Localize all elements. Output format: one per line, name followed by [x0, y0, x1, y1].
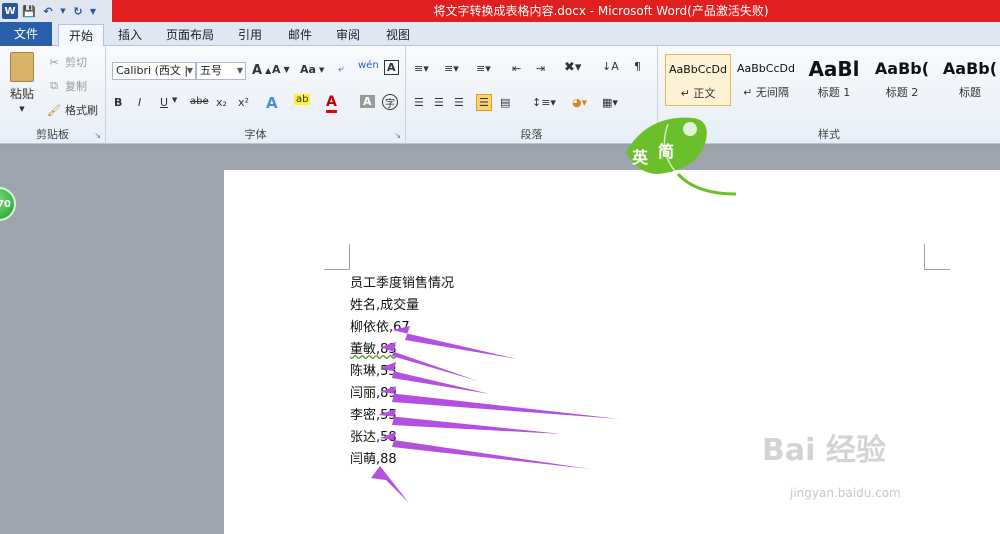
ribbon: 粘贴 ▼ ✂ 剪切 ⧉ 复制 🖌 格式刷 剪贴板 ↘ Calibri (西文 |…	[0, 46, 1000, 144]
show-marks-icon[interactable]: ¶	[634, 60, 641, 73]
clipboard-group: 粘贴 ▼ ✂ 剪切 ⧉ 复制 🖌 格式刷 剪贴板 ↘	[0, 46, 106, 144]
save-icon[interactable]: 💾	[21, 3, 37, 19]
increase-indent-icon[interactable]: ⇥	[536, 62, 545, 75]
progress-badge: 70	[0, 187, 16, 221]
shading-icon[interactable]: ◕▾	[572, 96, 587, 109]
multilevel-list-icon[interactable]: ≡▾	[476, 62, 491, 75]
grow-font-button[interactable]: A ▲	[252, 63, 271, 78]
italic-button[interactable]: I	[138, 96, 141, 109]
char-shading-icon[interactable]: A	[360, 95, 375, 108]
doc-line[interactable]: 柳依依,67	[350, 316, 410, 335]
ime-label-english: 英	[632, 148, 649, 167]
decrease-indent-icon[interactable]: ⇤	[512, 62, 521, 75]
style-heading-2[interactable]: AaBb( 标题 2	[869, 54, 935, 106]
bold-button[interactable]: B	[114, 96, 122, 109]
font-group: Calibri (西文 | ▼ 五号 ▼ A ▲ A ▼ Aa ▼ ⤶ wén A B I…	[106, 46, 406, 144]
tab-home[interactable]: 开始	[58, 24, 104, 47]
align-center-icon[interactable]: ☰	[434, 96, 444, 109]
font-group-label: 字体	[244, 128, 267, 141]
sort-icon[interactable]: ↓A	[602, 60, 619, 73]
doc-line[interactable]: 闫萌,88	[350, 448, 397, 467]
ime-label-simplified: 简	[658, 142, 675, 161]
paste-icon	[10, 52, 34, 82]
tab-references[interactable]: 引用	[230, 24, 270, 46]
chevron-down-icon: ▼	[236, 66, 243, 75]
chinese-layout-icon[interactable]: ✖▾	[564, 60, 581, 75]
distributed-icon[interactable]: ▤	[500, 96, 510, 109]
enclose-char-icon[interactable]: 字	[382, 94, 398, 110]
underline-button[interactable]: U	[160, 96, 168, 109]
justify-icon[interactable]: ☰	[476, 94, 492, 111]
tab-view[interactable]: 视图	[378, 24, 418, 46]
margin-corner-left	[324, 244, 350, 270]
font-color-icon[interactable]: A	[326, 94, 337, 113]
clipboard-group-label: 剪贴板	[36, 128, 69, 141]
style-normal[interactable]: AaBbCcDd ↵ 正文	[665, 54, 731, 106]
cut-button[interactable]: ✂ 剪切	[46, 54, 87, 70]
doc-line[interactable]: 闫丽,89	[350, 382, 397, 401]
line-spacing-icon[interactable]: ↕≡▾	[532, 96, 556, 109]
scissors-icon: ✂	[49, 55, 59, 69]
doc-line[interactable]: 董敏,83	[350, 338, 397, 357]
undo-dropdown-icon[interactable]: ▼	[59, 3, 67, 19]
word-app-icon[interactable]: W	[2, 3, 18, 19]
shrink-font-button[interactable]: A ▼	[272, 63, 290, 76]
change-case-button[interactable]: Aa ▼	[300, 63, 324, 76]
doc-line[interactable]: 员工季度销售情况	[350, 272, 454, 291]
baidu-watermark-url: jingyan.baidu.com	[790, 486, 901, 500]
ribbon-tabs: 文件 开始 插入 页面布局 引用 邮件 审阅 视图	[0, 22, 1000, 47]
dialog-launcher-icon[interactable]: ↘	[94, 131, 101, 140]
title-bar: W 💾 ↶ ▼ ↻ ▼ 将文字转换成表格内容.docx - Microsoft …	[0, 0, 1000, 22]
text-effects-icon[interactable]: A	[266, 94, 278, 112]
numbering-icon[interactable]: ≡▾	[444, 62, 459, 75]
doc-line[interactable]: 张达,58	[350, 426, 397, 445]
ime-leaf-overlay[interactable]: 英 简	[618, 112, 748, 202]
baidu-watermark: Bai 经验	[762, 433, 886, 468]
phonetic-guide-icon[interactable]: wén	[358, 60, 379, 71]
font-size-combo[interactable]: 五号 ▼	[196, 62, 246, 80]
redo-icon[interactable]: ↻	[70, 3, 86, 19]
underline-dropdown-icon[interactable]: ▼	[172, 96, 177, 104]
borders-icon[interactable]: ▦▾	[602, 96, 618, 109]
tab-file[interactable]: 文件	[0, 22, 52, 46]
format-painter-button[interactable]: 🖌 格式刷	[46, 102, 98, 118]
chevron-down-icon: ▼	[186, 66, 193, 75]
undo-icon[interactable]: ↶	[40, 3, 56, 19]
doc-line[interactable]: 姓名,成交量	[350, 294, 419, 313]
subscript-button[interactable]: x₂	[216, 96, 227, 109]
document-page[interactable]: 员工季度销售情况 姓名,成交量 柳依依,67 董敏,83 陈琳,53 闫丽,89…	[224, 170, 1000, 534]
window-title: 将文字转换成表格内容.docx - Microsoft Word(产品激活失败)	[433, 4, 769, 18]
tab-mailings[interactable]: 邮件	[280, 24, 320, 46]
copy-button[interactable]: ⧉ 复制	[46, 78, 87, 94]
font-name-combo[interactable]: Calibri (西文 | ▼	[112, 62, 196, 80]
document-area: 70 员工季度销售情况 姓名,成交量 柳依依,67 董敏,83 陈琳,53 闫丽…	[0, 145, 1000, 534]
tab-review[interactable]: 审阅	[328, 24, 368, 46]
style-no-spacing[interactable]: AaBbCcDd ↵ 无间隔	[733, 54, 799, 106]
style-title[interactable]: AaBb( 标题	[937, 54, 1000, 106]
quick-access-toolbar: W 💾 ↶ ▼ ↻ ▼	[0, 0, 112, 22]
align-left-icon[interactable]: ☰	[414, 96, 424, 109]
doc-line[interactable]: 陈琳,53	[350, 360, 397, 379]
doc-line[interactable]: 李密,55	[350, 404, 397, 423]
align-right-icon[interactable]: ☰	[454, 96, 464, 109]
customize-qat-icon[interactable]: ▼	[89, 3, 97, 19]
brush-icon: 🖌	[47, 103, 61, 117]
paste-button[interactable]: 粘贴 ▼	[6, 52, 38, 113]
strikethrough-button[interactable]: abe	[190, 96, 209, 107]
superscript-button[interactable]: x²	[238, 96, 249, 109]
highlight-icon[interactable]: ab	[294, 94, 311, 105]
bullets-icon[interactable]: ≡▾	[414, 62, 429, 75]
paste-dropdown-icon: ▼	[19, 105, 25, 113]
char-border-icon[interactable]: A	[384, 60, 399, 75]
clear-format-icon[interactable]: ⤶	[338, 62, 344, 76]
tab-insert[interactable]: 插入	[110, 24, 150, 46]
copy-icon: ⧉	[50, 79, 58, 92]
dialog-launcher-icon[interactable]: ↘	[394, 131, 401, 140]
tab-page-layout[interactable]: 页面布局	[160, 24, 220, 46]
style-heading-1[interactable]: AaBl 标题 1	[801, 54, 867, 106]
margin-corner-right	[924, 244, 950, 270]
